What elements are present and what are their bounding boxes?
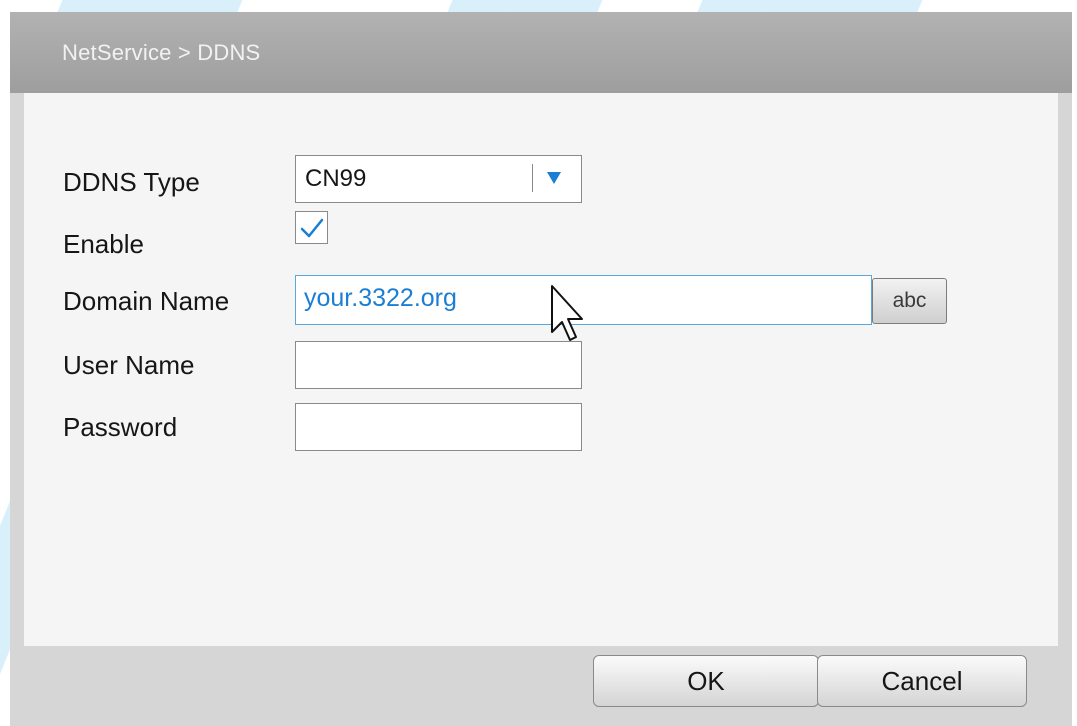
mouse-cursor-icon	[551, 285, 583, 341]
dialog-title-bar: NetService > DDNS	[10, 12, 1072, 93]
domain-name-label: Domain Name	[63, 286, 230, 316]
cancel-button[interactable]: Cancel	[817, 655, 1027, 707]
user-name-input[interactable]	[295, 341, 582, 389]
ddns-dialog: NetService > DDNS DDNS Type CN99 Enable …	[10, 12, 1072, 726]
ok-button[interactable]: OK	[593, 655, 819, 707]
background-stripe	[57, 0, 243, 12]
password-input[interactable]	[295, 403, 582, 451]
user-name-label: User Name	[63, 350, 195, 380]
ddns-type-label: DDNS Type	[63, 167, 200, 197]
triangle-down-icon[interactable]	[547, 172, 561, 184]
dialog-title: NetService > DDNS	[62, 40, 261, 65]
background-stripe	[447, 0, 603, 12]
domain-name-value: your.3322.org	[304, 284, 457, 312]
enable-checkbox[interactable]	[295, 211, 328, 244]
select-divider	[532, 164, 533, 192]
password-label: Password	[63, 412, 178, 442]
background-stripe	[697, 0, 923, 12]
checkmark-icon	[300, 218, 324, 238]
ddns-type-value: CN99	[305, 165, 367, 192]
enable-label: Enable	[63, 229, 144, 259]
ddns-type-select[interactable]: CN99	[295, 155, 582, 203]
keyboard-button[interactable]: abc	[872, 278, 947, 324]
